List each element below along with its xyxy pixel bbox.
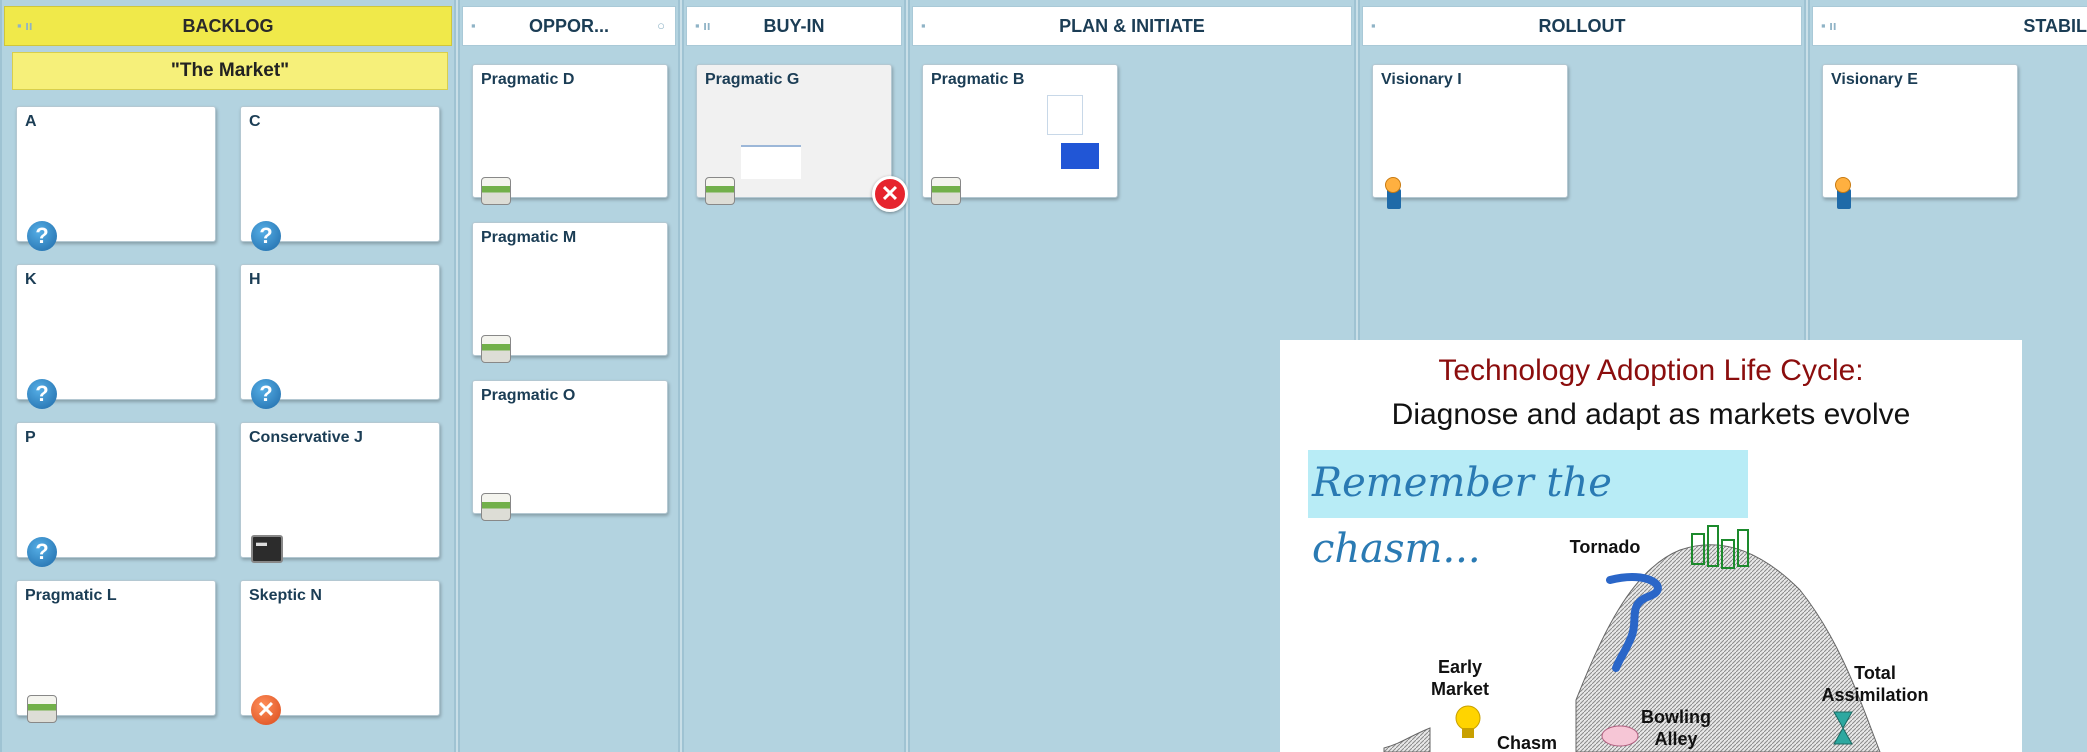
attachment-thumbnail	[741, 145, 801, 179]
card-label: Conservative J	[249, 429, 363, 446]
collapse-icon[interactable]: ▪ ıı	[17, 17, 32, 35]
card-label: A	[25, 113, 37, 130]
tray-icon[interactable]	[481, 335, 511, 363]
card-label: Pragmatic G	[705, 71, 800, 88]
card-label: Visionary E	[1831, 71, 1918, 88]
card-pragmatic-o[interactable]: Pragmatic O	[472, 380, 668, 521]
column-header-plan[interactable]: ▪ PLAN & INITIATE	[912, 6, 1352, 46]
question-icon[interactable]: ?	[251, 379, 281, 409]
column-title: BACKLOG	[182, 16, 274, 36]
lightbulb-shape	[1455, 705, 1481, 731]
pin-icon[interactable]	[1831, 177, 1853, 211]
card-label: H	[249, 271, 261, 288]
early-market-segment	[1383, 727, 1431, 752]
tray-icon[interactable]	[705, 177, 735, 205]
card-c[interactable]: C ?	[240, 106, 440, 251]
card-label: Skeptic N	[249, 587, 322, 604]
adoption-lifecycle-image: Technology Adoption Life Cycle: Diagnose…	[1280, 340, 2022, 752]
card-skeptic-n[interactable]: Skeptic N ✕	[240, 580, 440, 725]
card-pragmatic-l[interactable]: Pragmatic L	[16, 580, 216, 723]
card-pragmatic-m[interactable]: Pragmatic M	[472, 222, 668, 363]
card-h[interactable]: H ?	[240, 264, 440, 409]
collapse-icon[interactable]: ▪	[471, 17, 476, 35]
card-p[interactable]: P ?	[16, 422, 216, 567]
card-label: C	[249, 113, 261, 130]
card-conservative-j[interactable]: Conservative J ▬	[240, 422, 440, 563]
column-title: STABILIZ	[2023, 16, 2087, 36]
question-icon[interactable]: ?	[27, 221, 57, 251]
pin-icon[interactable]	[1381, 177, 1403, 211]
card-visionary-e[interactable]: Visionary E	[1822, 64, 2018, 209]
column-title: PLAN & INITIATE	[1059, 16, 1205, 36]
card-label: P	[25, 429, 36, 446]
card-pragmatic-g[interactable]: Pragmatic G	[696, 64, 892, 205]
column-title: ROLLOUT	[1538, 16, 1626, 36]
card-label: Pragmatic D	[481, 71, 575, 88]
tray-icon[interactable]	[931, 177, 961, 205]
column-header-rollout[interactable]: ▪ ROLLOUT	[1362, 6, 1802, 46]
card-k[interactable]: K ?	[16, 264, 216, 409]
question-icon[interactable]: ?	[27, 379, 57, 409]
column-buyin: ▪ ıı BUY-IN Pragmatic G ✕	[682, 0, 908, 752]
column-backlog: ▪ ıı BACKLOG "The Market" A ? C ? K ? H …	[0, 0, 456, 752]
label-total-assimilation: Total Assimilation	[1821, 663, 1929, 705]
column-opportunity: ▪ OPPOR... ○ Pragmatic D Pragmatic M Pra…	[458, 0, 680, 752]
tray-icon[interactable]	[27, 695, 57, 723]
label-chasm: Chasm	[1496, 733, 1558, 752]
tray-icon[interactable]	[481, 177, 511, 205]
card-pragmatic-b[interactable]: Pragmatic B	[922, 64, 1118, 205]
column-header-opportunity[interactable]: ▪ OPPOR... ○	[462, 6, 676, 46]
column-header-buyin[interactable]: ▪ ıı BUY-IN	[686, 6, 902, 46]
card-label: Pragmatic O	[481, 387, 576, 404]
question-icon[interactable]: ?	[251, 221, 281, 251]
column-title: BUY-IN	[763, 16, 825, 36]
settings-icon[interactable]: ○	[657, 17, 665, 35]
card-a[interactable]: A ?	[16, 106, 216, 251]
label-early-market: Early Market	[1430, 657, 1490, 699]
attachment-thumbnail	[1047, 95, 1083, 135]
bowling-pins	[1601, 725, 1639, 747]
delete-icon[interactable]: ✕	[872, 176, 908, 212]
card-label: K	[25, 271, 37, 288]
backlog-subheader: "The Market"	[12, 52, 448, 90]
collapse-icon[interactable]: ▪ ıı	[695, 17, 710, 35]
kanban-board: ▪ ıı BACKLOG "The Market" A ? C ? K ? H …	[0, 0, 2087, 752]
collapse-icon[interactable]: ▪ ıı	[1821, 17, 1836, 35]
column-title: OPPOR...	[528, 16, 609, 36]
card-label: Pragmatic B	[931, 71, 1025, 88]
collapse-icon[interactable]: ▪	[1371, 17, 1376, 35]
attachment-thumbnail	[1061, 143, 1099, 169]
column-header-backlog[interactable]: ▪ ıı BACKLOG	[4, 6, 452, 46]
card-label: Pragmatic L	[25, 587, 117, 604]
card-pragmatic-d[interactable]: Pragmatic D	[472, 64, 668, 205]
reject-icon[interactable]: ✕	[251, 695, 281, 725]
card-label: Pragmatic M	[481, 229, 577, 246]
collapse-icon[interactable]: ▪	[921, 17, 926, 35]
tray-icon[interactable]	[481, 493, 511, 521]
card-label: Visionary I	[1381, 71, 1462, 88]
card-visionary-i[interactable]: Visionary I	[1372, 64, 1568, 209]
terminal-icon[interactable]: ▬	[251, 535, 283, 563]
label-tornado: Tornado	[1569, 537, 1641, 557]
question-icon[interactable]: ?	[27, 537, 57, 567]
column-header-stabilize[interactable]: ▪ ıı STABILIZ	[1812, 6, 2087, 46]
label-bowling-alley: Bowling Alley	[1641, 707, 1711, 749]
